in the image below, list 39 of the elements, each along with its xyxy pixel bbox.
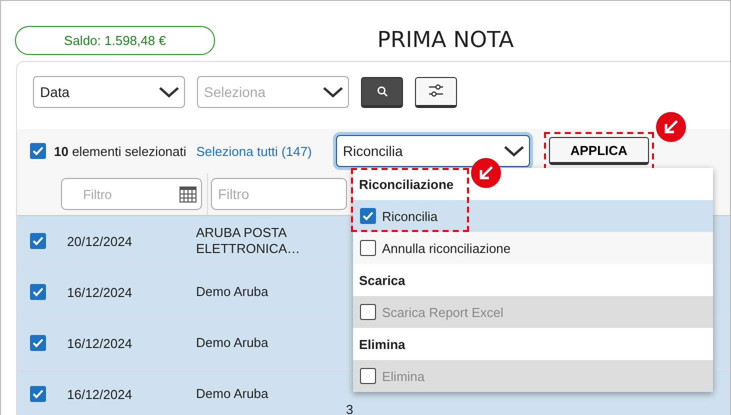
select-field[interactable]: Seleziona <box>197 76 349 108</box>
description-cell-text: Demo Aruba <box>196 335 270 351</box>
checkbox[interactable] <box>30 335 46 351</box>
checkbox[interactable] <box>30 143 46 159</box>
date-cell-text: 16/12/2024 <box>66 386 134 402</box>
sliders-icon <box>428 84 444 98</box>
calendar-icon <box>179 185 197 203</box>
description-cell-text: Demo Aruba <box>196 386 270 402</box>
table-cell: 3 <box>346 402 354 415</box>
balance-badge: Saldo: 1.598,48 € <box>15 26 215 54</box>
chevron-down-icon <box>322 86 344 98</box>
search-icon <box>376 86 388 96</box>
checkbox[interactable] <box>30 233 46 249</box>
menu-item[interactable]: Annulla riconciliazione <box>353 232 713 264</box>
search-button[interactable] <box>361 76 403 108</box>
checkbox[interactable] <box>360 240 376 256</box>
date-cell-text: 16/12/2024 <box>66 284 134 300</box>
apply-button[interactable]: APPLICA <box>548 137 649 165</box>
filter-settings-button[interactable] <box>415 76 457 108</box>
checkbox[interactable] <box>30 386 46 402</box>
filter-field[interactable]: Filtro <box>211 178 347 210</box>
chevron-down-icon <box>502 145 525 157</box>
chevron-down-icon <box>158 86 180 98</box>
menu-item[interactable]: Riconcilia <box>353 200 713 232</box>
selection-count: 10 elementi selezionati <box>54 144 186 158</box>
date-cell-text: 20/12/2024 <box>66 234 134 248</box>
menu-group-header: Scarica <box>359 272 406 288</box>
checkbox[interactable] <box>30 284 46 300</box>
menu-group-header: Elimina <box>359 336 406 352</box>
action-select[interactable]: Riconcilia <box>336 135 530 167</box>
menu-group-header: Riconciliazione <box>359 176 454 192</box>
page-title: PRIMA NOTA <box>376 28 515 52</box>
checkbox[interactable] <box>360 208 376 224</box>
description-cell-text: ARUBA POSTA ELETTRONICA… <box>196 225 302 257</box>
select-all-link[interactable]: Seleziona tutti (147) <box>196 144 312 158</box>
date-cell-text: 16/12/2024 <box>66 336 134 350</box>
select-field[interactable]: Data <box>33 76 185 108</box>
description-cell-text: Demo Aruba <box>196 284 270 300</box>
filter-field[interactable]: Filtro <box>61 178 202 210</box>
